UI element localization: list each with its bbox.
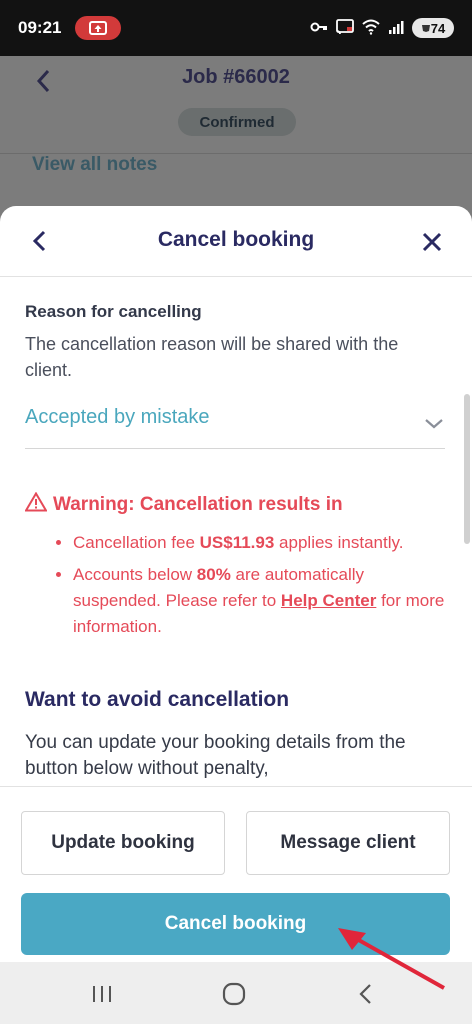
fee-amount: US$11.93 <box>199 533 275 552</box>
background-job-page: Job #66002 Confirmed View all notes <box>0 56 472 216</box>
battery-indicator: 74 <box>412 18 454 38</box>
signal-icon <box>388 20 404 37</box>
chevron-down-icon <box>423 412 445 434</box>
warning-title: Warning: Cancellation results in <box>53 494 343 515</box>
threshold-percent: 80% <box>196 565 231 584</box>
screen-cast-icon <box>75 16 122 40</box>
help-center-link[interactable]: Help Center <box>281 591 376 610</box>
back-icon[interactable] <box>352 980 380 1008</box>
warning-item-suspension: Accounts below 80% are automatically sus… <box>73 562 445 640</box>
reason-selected-value: Accepted by mistake <box>25 406 210 428</box>
cancel-booking-sheet: Cancel booking Reason for cancelling The… <box>0 206 472 962</box>
sheet-header: Cancel booking <box>0 206 472 277</box>
close-icon[interactable] <box>418 228 446 256</box>
avoid-cancellation-section: Want to avoid cancellation You can updat… <box>25 688 445 782</box>
home-icon[interactable] <box>220 980 248 1008</box>
battery-icon <box>421 21 431 36</box>
reason-description: The cancellation reason will be shared w… <box>25 334 399 380</box>
message-client-button[interactable]: Message client <box>246 811 450 875</box>
status-badge: Confirmed <box>178 108 296 136</box>
update-booking-button[interactable]: Update booking <box>21 811 225 875</box>
reason-label: Reason for cancelling <box>25 302 202 321</box>
view-all-notes-link[interactable]: View all notes <box>32 154 157 176</box>
cast-icon <box>336 18 354 38</box>
system-nav-bar <box>0 962 472 1024</box>
sheet-content: Reason for cancelling The cancellation r… <box>24 302 445 779</box>
cancellation-warning: Warning: Cancellation results in Cancell… <box>24 491 445 646</box>
battery-level: 74 <box>430 20 446 36</box>
avoid-title: Want to avoid cancellation <box>25 688 290 711</box>
avoid-text: You can update your booking details from… <box>25 732 406 779</box>
status-time: 09:21 <box>18 18 62 37</box>
sheet-footer: Update booking Message client Cancel boo… <box>0 786 472 962</box>
scrollbar[interactable] <box>464 394 470 544</box>
reason-dropdown[interactable]: Accepted by mistake <box>25 402 445 449</box>
warning-triangle-icon <box>24 491 48 518</box>
wifi-icon <box>362 19 380 38</box>
sheet-title: Cancel booking <box>157 228 315 251</box>
job-title: Job #66002 <box>182 66 290 88</box>
key-icon <box>310 21 328 36</box>
warning-item-fee: Cancellation fee US$11.93 applies instan… <box>73 530 445 556</box>
status-bar: 09:21 74 <box>0 0 472 56</box>
recent-apps-icon[interactable] <box>88 980 116 1008</box>
cancel-booking-button[interactable]: Cancel booking <box>21 893 450 955</box>
